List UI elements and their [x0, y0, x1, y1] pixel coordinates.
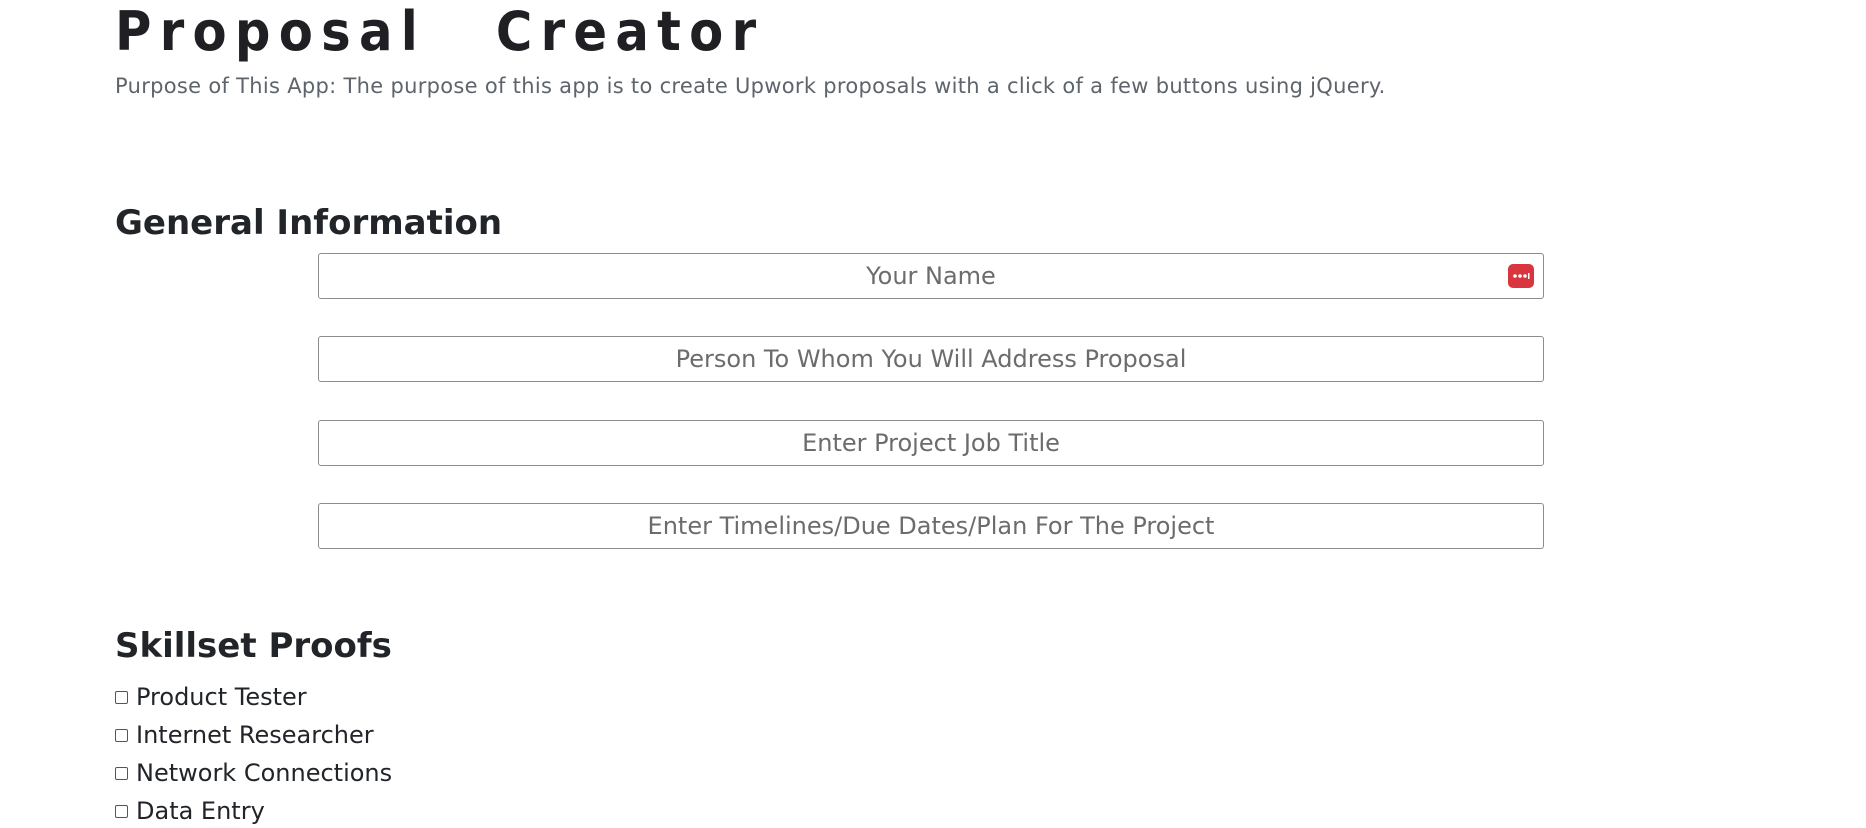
- product-tester-checkbox[interactable]: [115, 690, 128, 704]
- internet-researcher-label[interactable]: Internet Researcher: [136, 720, 374, 750]
- skill-item-product-tester: Product Tester: [115, 678, 392, 716]
- product-tester-label[interactable]: Product Tester: [136, 682, 307, 712]
- skillset-proofs-heading: Skillset Proofs: [115, 626, 392, 666]
- skill-checkbox-list: Product Tester Internet Researcher Netwo…: [115, 678, 392, 828]
- skill-item-internet-researcher: Internet Researcher: [115, 716, 392, 754]
- app-title: Proposal Creator: [115, 0, 765, 63]
- general-information-heading: General Information: [115, 203, 503, 243]
- your-name-input[interactable]: [318, 253, 1544, 299]
- page: Proposal Creator Purpose of This App: Th…: [0, 0, 1866, 828]
- internet-researcher-checkbox[interactable]: [115, 728, 128, 742]
- network-connections-label[interactable]: Network Connections: [136, 758, 392, 788]
- data-entry-checkbox[interactable]: [115, 804, 128, 818]
- job-title-input[interactable]: [318, 420, 1544, 466]
- app-purpose-text: Purpose of This App: The purpose of this…: [115, 74, 1386, 98]
- data-entry-label[interactable]: Data Entry: [136, 796, 265, 826]
- password-manager-icon[interactable]: [1508, 264, 1534, 288]
- timeline-input[interactable]: [318, 503, 1544, 549]
- network-connections-checkbox[interactable]: [115, 766, 128, 780]
- skill-item-data-entry: Data Entry: [115, 792, 392, 828]
- skill-item-network-connections: Network Connections: [115, 754, 392, 792]
- client-name-input[interactable]: [318, 336, 1544, 382]
